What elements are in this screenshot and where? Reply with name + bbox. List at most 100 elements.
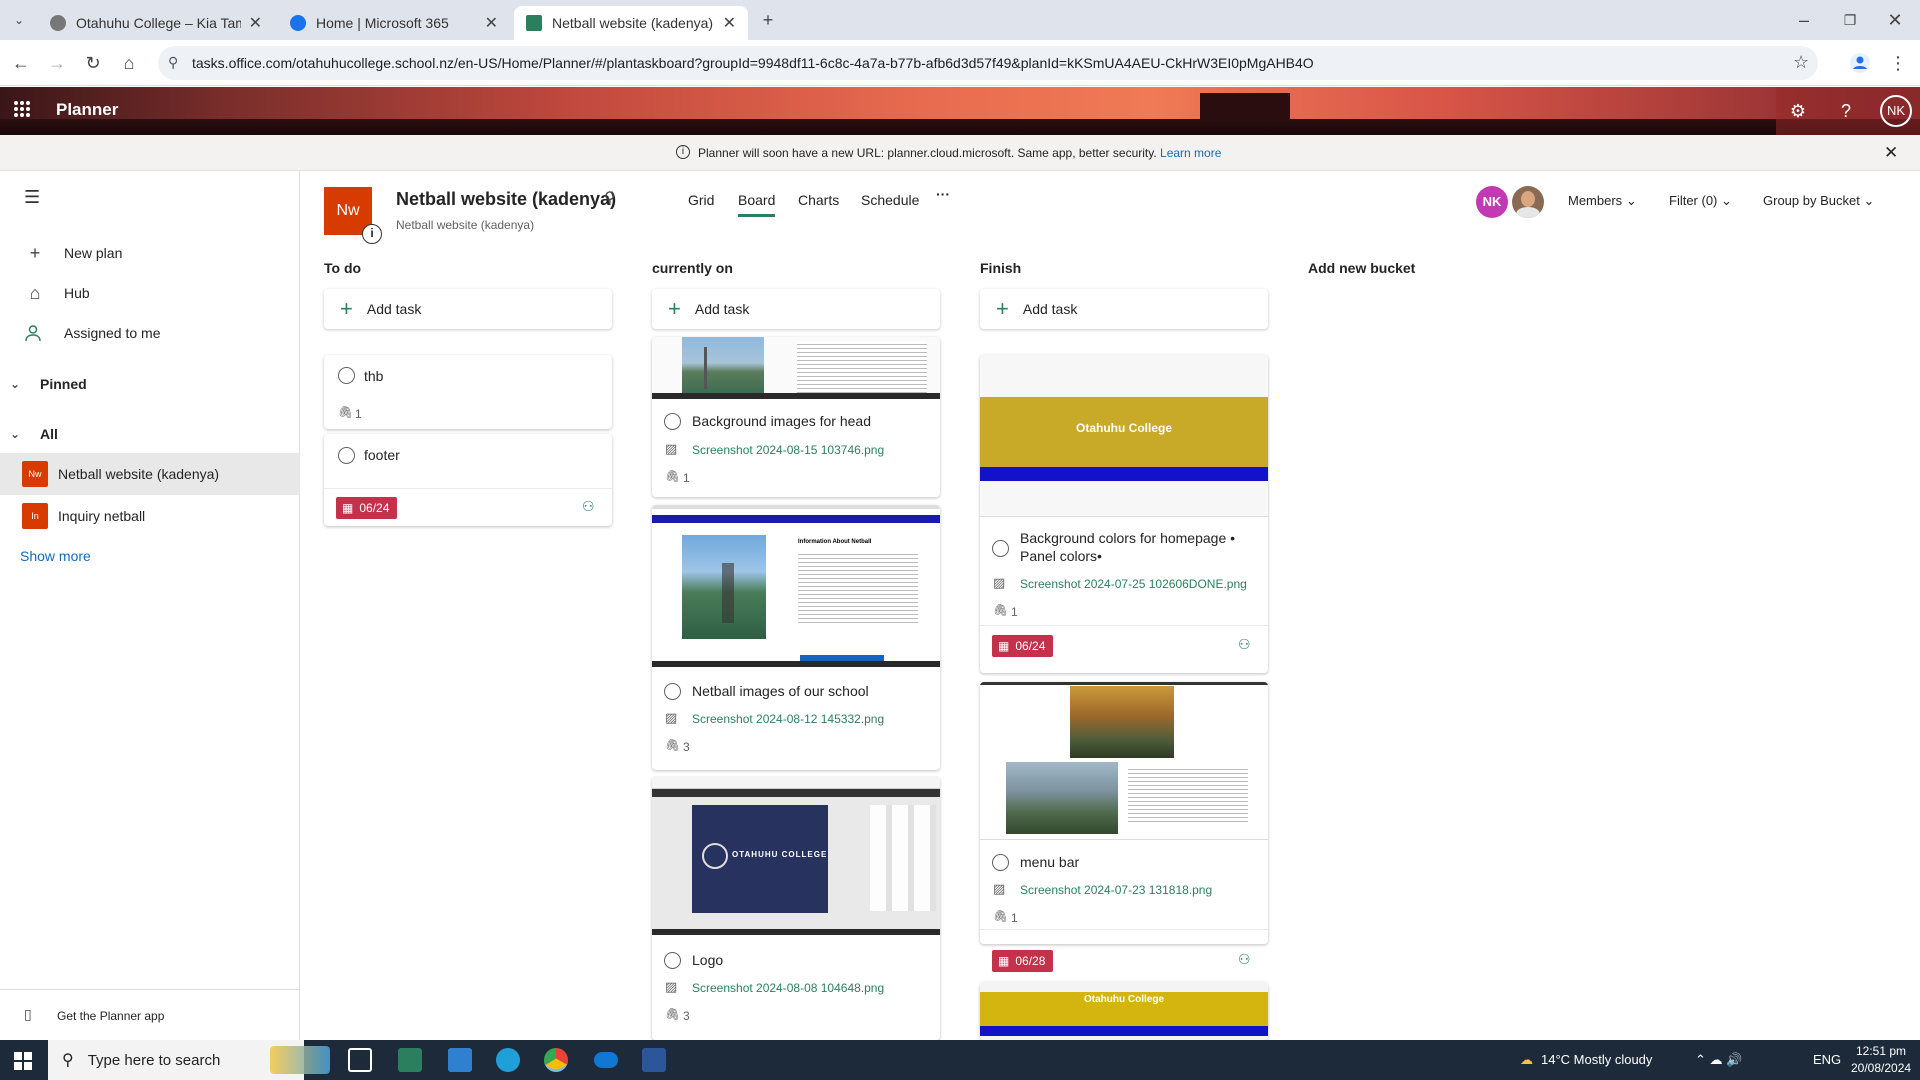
back-icon[interactable]: ← [10,52,32,74]
add-task-button[interactable]: + Add task [324,289,612,329]
all-section-toggle[interactable]: ⌄ All [0,426,58,442]
tray-icons[interactable]: ⌃ ☁ 🔊 [1695,1052,1742,1068]
task-card-menu-bar[interactable]: menu bar ▨ Screenshot 2024-07-23 131818.… [980,682,1268,944]
word-taskbar-icon[interactable] [642,1048,666,1072]
divider [0,989,300,990]
plan-title[interactable]: Netball website (kadenya) [396,189,616,210]
language-indicator[interactable]: ENG [1813,1052,1841,1067]
user-avatar[interactable]: NK [1880,95,1912,127]
attachment-link[interactable]: Screenshot 2024-07-25 102606DONE.png [1020,577,1247,591]
browser-tab-planner[interactable]: Netball website (kadenya) - Pla ✕ [514,6,748,40]
learn-more-link[interactable]: Learn more [1160,146,1221,160]
complete-task-checkbox[interactable] [664,683,681,700]
close-tab-icon[interactable]: ✕ [723,13,736,33]
tab-charts[interactable]: Charts [798,192,839,208]
pin-icon[interactable]: ⚲ [604,188,616,208]
plan-info-icon[interactable]: i [362,224,382,244]
attachment-link[interactable]: Screenshot 2024-08-12 145332.png [692,712,884,726]
tab-schedule[interactable]: Schedule [861,192,919,208]
add-task-button[interactable]: + Add task [980,289,1268,329]
task-view-icon[interactable] [348,1048,372,1072]
plan-item-netball-website[interactable]: Nw Netball website (kadenya) [0,453,300,495]
get-planner-app-link[interactable]: Get the Planner app [57,1009,164,1023]
onedrive-taskbar-icon[interactable] [594,1052,618,1068]
app-name[interactable]: Planner [56,100,118,120]
group-by-dropdown[interactable]: Group by Bucket ⌄ [1763,193,1874,209]
assign-person-icon[interactable]: ⚇ [1238,636,1251,653]
complete-task-checkbox[interactable] [338,447,355,464]
attachment-link[interactable]: Screenshot 2024-08-15 103746.png [692,443,884,457]
task-card-logo[interactable]: OTAHUHU COLLEGE Logo ▨ Screenshot 2024-0… [652,777,940,1040]
plan-item-inquiry-netball[interactable]: In Inquiry netball [0,495,300,537]
browser-tab-m365[interactable]: Home | Microsoft 365 ✕ [278,6,510,40]
browser-menu-icon[interactable]: ⋮ [1887,52,1909,74]
new-tab-icon[interactable]: + [757,9,779,31]
show-more-link[interactable]: Show more [20,548,91,564]
app-launcher-icon[interactable] [12,99,36,123]
edge-taskbar-icon[interactable] [496,1048,520,1072]
chrome-taskbar-icon[interactable] [544,1048,568,1072]
bucket-title-currently-on[interactable]: currently on [652,260,733,276]
home-icon[interactable]: ⌂ [118,52,140,74]
tab-grid[interactable]: Grid [688,192,714,208]
clock-time[interactable]: 12:51 pm [1856,1044,1906,1058]
close-tab-icon[interactable]: ✕ [485,13,498,33]
bookmark-star-icon[interactable]: ☆ [1793,52,1809,73]
complete-task-checkbox[interactable] [338,367,355,384]
tab-board[interactable]: Board [738,192,776,217]
bucket-title-todo[interactable]: To do [324,260,361,276]
hub-item[interactable]: ⌂ Hub [0,275,300,311]
weather-widget[interactable]: ☁ 14°C Mostly cloudy [1520,1052,1652,1068]
task-card-partial[interactable]: Otahuhu College [980,982,1268,1040]
settings-gear-icon[interactable]: ⚙ [1786,99,1810,123]
reload-icon[interactable]: ↻ [82,52,104,74]
task-preview-image [652,337,940,399]
profile-icon[interactable] [1849,52,1871,74]
site-info-icon[interactable]: ⚲ [168,54,178,71]
assign-person-icon[interactable]: ⚇ [1238,951,1251,968]
browser-tab-otahuhu[interactable]: Otahuhu College – Kia Tamatar ✕ [38,6,274,40]
forward-icon[interactable]: → [46,52,68,74]
due-date-badge[interactable]: ▦ 06/24 [336,497,398,519]
due-date-badge[interactable]: ▦ 06/28 [992,950,1054,972]
complete-task-checkbox[interactable] [992,854,1009,871]
complete-task-checkbox[interactable] [992,540,1009,557]
clock-date[interactable]: 20/08/2024 [1851,1061,1911,1075]
assigned-to-me-item[interactable]: Assigned to me [0,315,300,351]
task-card-footer[interactable]: footer ▦ 06/24 ⚇ [324,434,612,526]
task-card-netball-images[interactable]: Information About Netball Netball images… [652,505,940,770]
windows-start-icon[interactable] [14,1052,32,1070]
task-card-thb[interactable]: thb 🖇 1 [324,355,612,429]
attachment-count: 3 [683,740,690,754]
attachment-link[interactable]: Screenshot 2024-08-08 104648.png [692,981,884,995]
member-photo-avatar[interactable] [1512,186,1544,218]
planner-taskbar-icon[interactable] [398,1048,422,1072]
new-plan-item[interactable]: + New plan [0,235,300,271]
filter-dropdown[interactable]: Filter (0) ⌄ [1669,193,1732,209]
pinned-section-toggle[interactable]: ⌄ Pinned [0,376,87,392]
attachment-link[interactable]: Screenshot 2024-07-23 131818.png [1020,883,1212,897]
add-new-bucket-button[interactable]: Add new bucket [1308,260,1415,276]
restore-icon[interactable]: ❐ [1839,9,1861,31]
hamburger-menu-icon[interactable]: ☰ [24,187,40,208]
assign-person-icon[interactable]: ⚇ [582,498,595,515]
taskbar-search-box[interactable]: ⚲ Type here to search [48,1040,304,1080]
task-card-background-colors[interactable]: Otahuhu College Background colors for ho… [980,355,1268,673]
bucket-title-finish[interactable]: Finish [980,260,1021,276]
url-field[interactable]: ⚲ tasks.office.com/otahuhucollege.school… [158,46,1818,80]
more-views-button[interactable]: ··· [936,186,950,202]
task-card-background-images[interactable]: Background images for head ▨ Screenshot … [652,337,940,497]
close-tab-icon[interactable]: ✕ [249,13,262,33]
help-icon[interactable]: ? [1834,99,1858,123]
member-avatar[interactable]: NK [1476,186,1508,218]
members-dropdown[interactable]: Members ⌄ [1568,193,1637,209]
close-window-icon[interactable]: ✕ [1884,9,1906,31]
complete-task-checkbox[interactable] [664,413,681,430]
add-task-button[interactable]: + Add task [652,289,940,329]
minimize-icon[interactable]: – [1793,9,1815,31]
complete-task-checkbox[interactable] [664,952,681,969]
due-date-badge[interactable]: ▦ 06/24 [992,635,1054,657]
dismiss-notice-icon[interactable]: ✕ [1884,143,1898,163]
tab-search-chevron-icon[interactable]: ⌄ [8,9,30,31]
vscode-taskbar-icon[interactable] [448,1048,472,1072]
